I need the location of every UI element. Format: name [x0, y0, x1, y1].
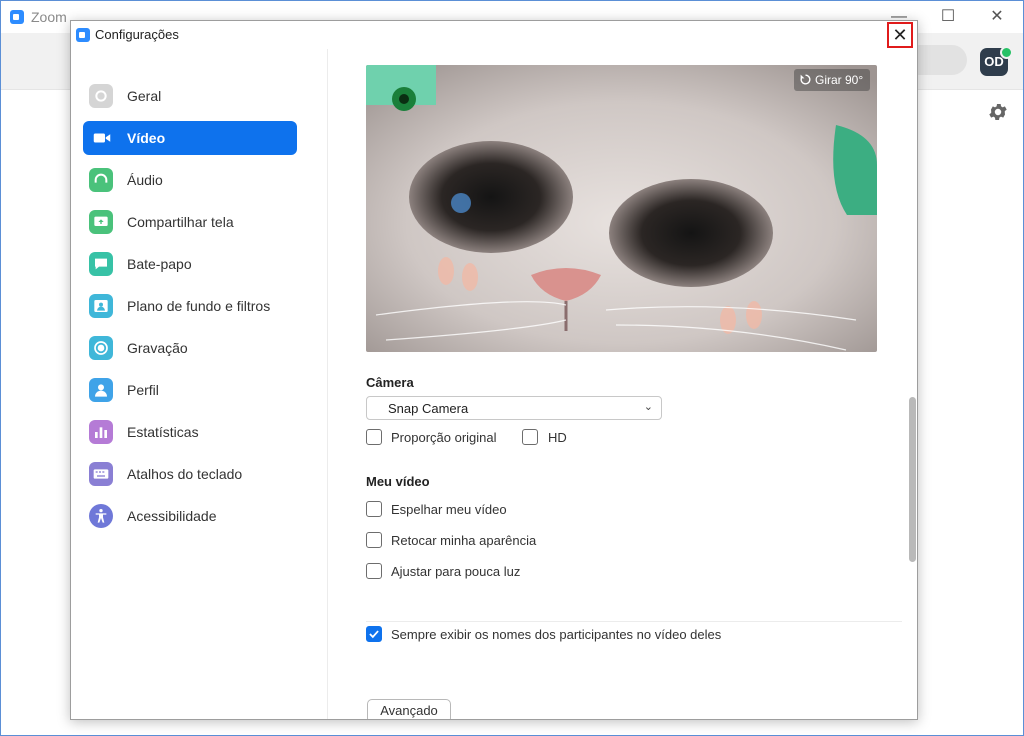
camera-select[interactable]: Snap Camera ⌄	[366, 396, 662, 420]
sidebar-item-label: Bate-papo	[127, 256, 192, 272]
profile-icon	[89, 378, 113, 402]
sidebar-item-label: Atalhos do teclado	[127, 466, 243, 482]
low-light-checkbox[interactable]: Ajustar para pouca luz	[366, 562, 536, 582]
rotate-label: Girar 90°	[815, 73, 864, 87]
settings-sidebar: Geral Vídeo Áudio Compartilhar tela Bate…	[71, 49, 328, 719]
sidebar-item-audio[interactable]: Áudio	[83, 163, 297, 197]
sidebar-item-label: Geral	[127, 88, 162, 104]
low-light-label: Ajustar para pouca luz	[391, 564, 521, 579]
share-screen-icon	[89, 210, 113, 234]
section-divider	[366, 621, 902, 622]
maximize-icon[interactable]: ☐	[926, 5, 970, 29]
gear-icon	[89, 84, 113, 108]
sidebar-item-label: Compartilhar tela	[127, 214, 234, 230]
show-names-label: Sempre exibir os nomes dos participantes…	[391, 627, 722, 642]
sidebar-item-bate-papo[interactable]: Bate-papo	[83, 247, 297, 281]
checkbox-box[interactable]	[366, 563, 382, 579]
show-names-checkbox[interactable]: Sempre exibir os nomes dos participantes…	[366, 625, 746, 645]
sidebar-item-gravacao[interactable]: Gravação	[83, 331, 297, 365]
chat-bubble-icon	[89, 252, 113, 276]
dialog-title: Configurações	[95, 27, 179, 42]
sidebar-item-video[interactable]: Vídeo	[83, 121, 297, 155]
checkmark-icon	[369, 630, 379, 639]
checkbox-box[interactable]	[366, 532, 382, 548]
zoom-logo-icon	[10, 10, 24, 24]
hd-label: HD	[548, 430, 567, 445]
checkbox-box[interactable]	[366, 501, 382, 517]
settings-gear-icon[interactable]	[987, 101, 1009, 123]
touch-up-label: Retocar minha aparência	[391, 533, 537, 548]
sidebar-item-atalhos[interactable]: Atalhos do teclado	[83, 457, 297, 491]
mirror-video-label: Espelhar meu vídeo	[391, 502, 507, 517]
sidebar-item-plano-de-fundo[interactable]: Plano de fundo e filtros	[83, 289, 297, 323]
video-settings-panel: Girar 90° Câmera Snap Camera ⌄ Proporção…	[328, 49, 917, 719]
cat-camera-image	[366, 65, 877, 352]
chevron-down-icon: ⌄	[643, 401, 653, 413]
sidebar-item-acessibilidade[interactable]: Acessibilidade	[83, 499, 297, 533]
close-button[interactable]: ✕	[887, 22, 913, 48]
sidebar-item-label: Gravação	[127, 340, 188, 356]
checkbox-box[interactable]	[522, 429, 538, 445]
sidebar-item-label: Estatísticas	[127, 424, 199, 440]
record-icon	[89, 336, 113, 360]
sidebar-item-label: Acessibilidade	[127, 508, 217, 524]
checkbox-box[interactable]	[366, 626, 382, 642]
keyboard-icon	[89, 462, 113, 486]
original-ratio-label: Proporção original	[391, 430, 497, 445]
sidebar-item-estatisticas[interactable]: Estatísticas	[83, 415, 297, 449]
hd-checkbox[interactable]: HD	[522, 428, 572, 448]
scrollbar-thumb[interactable]	[909, 397, 916, 562]
sidebar-item-geral[interactable]: Geral	[83, 79, 297, 113]
sidebar-item-perfil[interactable]: Perfil	[83, 373, 297, 407]
main-window-title: Zoom	[31, 9, 67, 25]
checkbox-box[interactable]	[366, 429, 382, 445]
statistics-icon	[89, 420, 113, 444]
accessibility-icon	[89, 504, 113, 528]
original-ratio-checkbox[interactable]: Proporção original	[366, 428, 506, 448]
rotate-button[interactable]: Girar 90°	[794, 69, 870, 91]
rotate-icon	[800, 74, 811, 85]
main-close-icon[interactable]: ✕	[975, 5, 1019, 29]
advanced-button[interactable]: Avançado	[367, 699, 451, 719]
camera-heading: Câmera	[366, 375, 414, 390]
video-camera-icon	[89, 126, 113, 150]
zoom-logo-icon	[76, 28, 90, 42]
sidebar-item-compartilhar-tela[interactable]: Compartilhar tela	[83, 205, 297, 239]
settings-dialog: Configurações ✕ Geral Vídeo Áudio Compar…	[70, 20, 918, 720]
online-status-icon	[1000, 46, 1013, 59]
sidebar-item-label: Áudio	[127, 172, 163, 188]
mirror-video-checkbox[interactable]: Espelhar meu vídeo	[366, 500, 526, 520]
person-background-icon	[89, 294, 113, 318]
sidebar-item-label: Perfil	[127, 382, 159, 398]
touch-up-checkbox[interactable]: Retocar minha aparência	[366, 531, 546, 551]
camera-select-value: Snap Camera	[388, 401, 469, 416]
my-video-heading: Meu vídeo	[366, 474, 430, 489]
sidebar-item-label: Vídeo	[127, 130, 166, 146]
camera-preview: Girar 90°	[366, 65, 877, 352]
sidebar-item-label: Plano de fundo e filtros	[127, 298, 271, 314]
headphones-icon	[89, 168, 113, 192]
